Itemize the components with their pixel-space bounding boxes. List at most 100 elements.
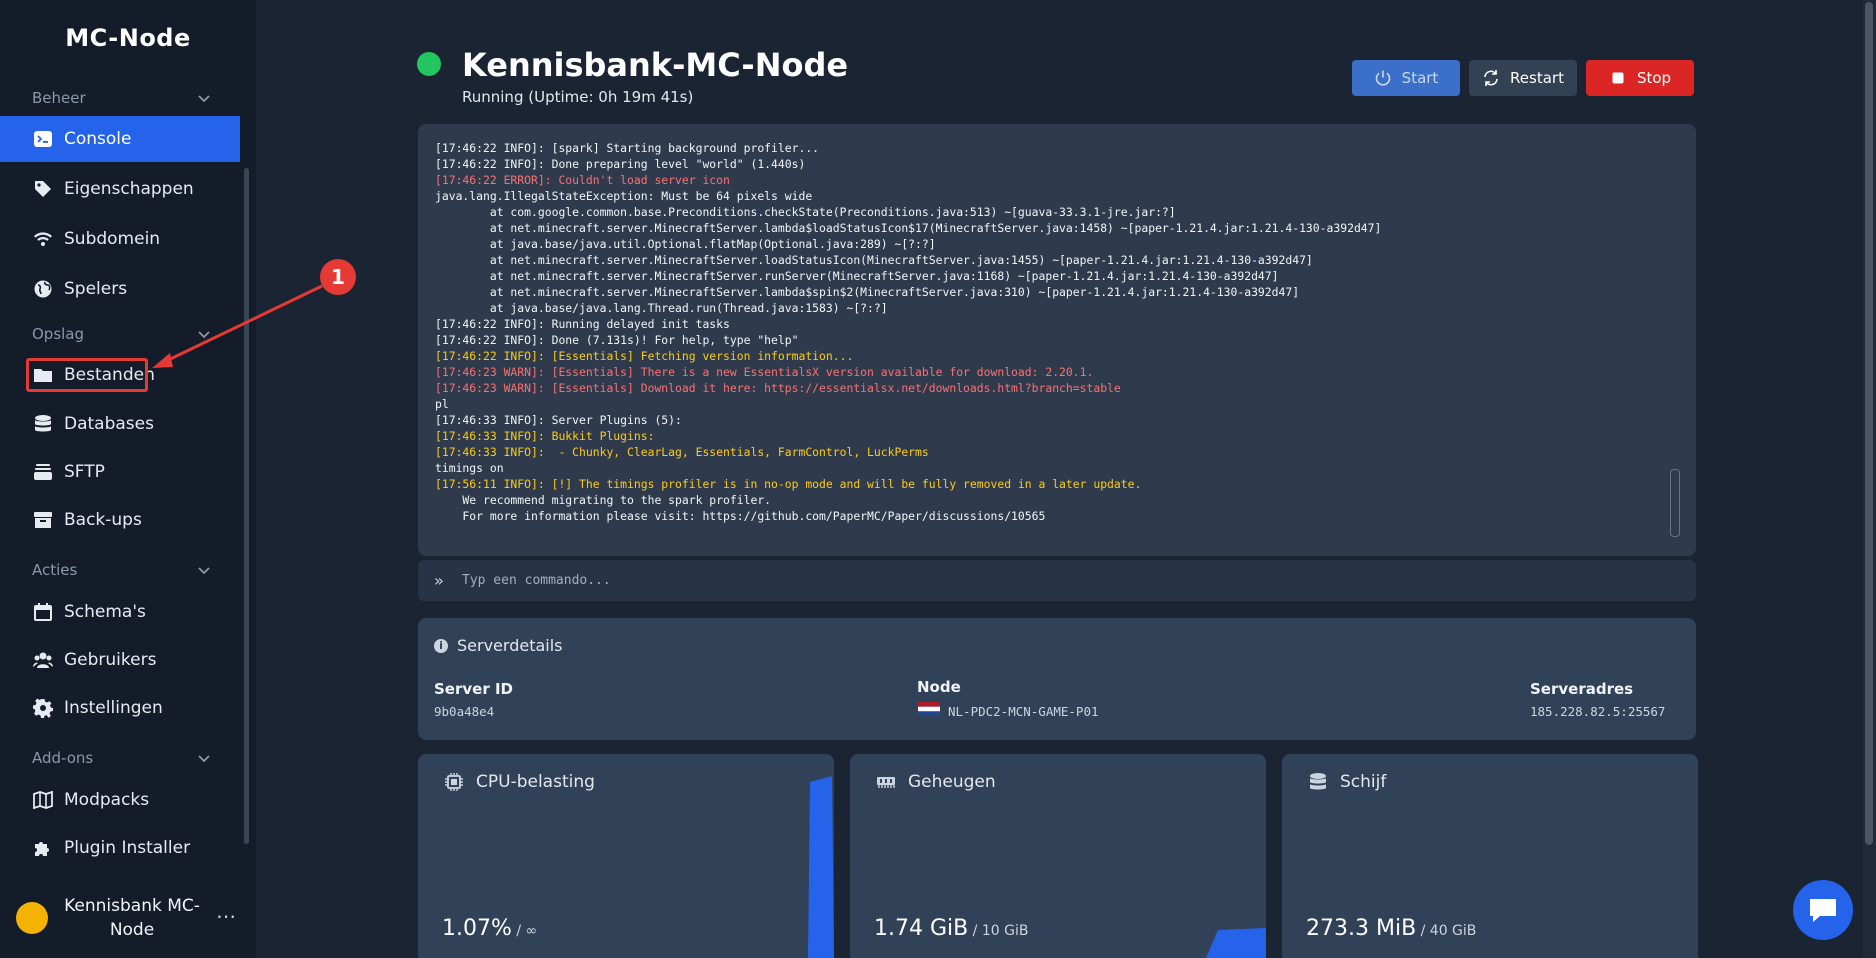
address-value[interactable]: 185.228.82.5:25567 [1530, 704, 1665, 719]
disk-value: 273.3 MiB [1306, 916, 1417, 941]
calendar-icon [32, 601, 54, 623]
annotation-badge: 1 [320, 259, 356, 295]
chat-button[interactable] [1793, 880, 1853, 940]
stop-button[interactable]: Stop [1586, 60, 1694, 96]
console-line: at net.minecraft.server.MinecraftServer.… [435, 269, 1279, 283]
console-line: [17:46:23 WARN]: [Essentials] There is a… [435, 365, 1094, 379]
user-name: Kennisbank MC-Node [64, 896, 200, 940]
console-line: at java.base/java.util.Optional.flatMap(… [435, 237, 936, 251]
disk-limit: / 40 GiB [1416, 923, 1477, 939]
chevron-double-right-icon: » [434, 571, 444, 590]
console-line: [17:46:33 INFO]: Server Plugins (5): [435, 413, 682, 427]
page-scrollbar-thumb[interactable] [1865, 2, 1873, 845]
address-label: Serveradres [1530, 680, 1634, 698]
memory-limit: / 10 GiB [968, 923, 1029, 939]
console-line: at java.base/java.lang.Thread.run(Thread… [435, 301, 888, 315]
console-line: [17:46:33 INFO]: - Chunky, ClearLag, Ess… [435, 445, 929, 459]
console-line: [17:46:22 INFO]: [spark] Starting backgr… [435, 141, 820, 155]
sidebar-item-modpacks[interactable]: Modpacks [0, 777, 240, 823]
more-options-icon[interactable]: ⋯ [216, 904, 236, 928]
server-id-value: 9b0a48e4 [434, 704, 495, 719]
sidebar-item-label: Back-ups [64, 510, 142, 530]
memory-heading: Geheugen [876, 772, 996, 792]
section-label: Add-ons [32, 749, 94, 767]
command-bar: » [418, 560, 1696, 601]
sidebar-item-label: Databases [64, 414, 154, 434]
sidebar-item-label: Plugin Installer [64, 838, 191, 858]
console-line: at net.minecraft.server.MinecraftServer.… [435, 221, 1382, 235]
server-status-text: Running (Uptime: 0h 19m 41s) [462, 88, 694, 106]
user-menu[interactable]: Kennisbank MC-Node ⋯ [0, 880, 256, 958]
cpu-value-row: 1.07% / ∞ [442, 916, 537, 941]
start-button[interactable]: Start [1352, 60, 1460, 96]
sidebar-item-label: Instellingen [64, 698, 163, 718]
sidebar-item-plugininstaller[interactable]: Plugin Installer [0, 825, 240, 871]
cpu-icon [445, 773, 463, 791]
cpu-value: 1.07% [442, 916, 512, 941]
console-line: [17:46:22 INFO]: Done preparing level "w… [435, 157, 806, 171]
console-line: For more information please visit: https… [435, 509, 1046, 523]
sidebar-item-backups[interactable]: Back-ups [0, 497, 240, 543]
console-log: [17:46:22 INFO]: [spark] Starting backgr… [418, 124, 1696, 524]
disk-heading: Schijf [1308, 772, 1386, 792]
chat-icon [1810, 899, 1836, 922]
sidebar-item-label: Schema's [64, 602, 146, 622]
netherlands-flag-icon [918, 702, 940, 716]
memory-value: 1.74 GiB [874, 916, 969, 941]
refresh-icon [1484, 70, 1498, 86]
console-line: [17:46:23 WARN]: [Essentials] Download i… [435, 381, 1121, 395]
status-indicator [417, 52, 441, 76]
sidebar-item-instellingen[interactable]: Instellingen [0, 685, 240, 731]
console-line: [17:46:33 INFO]: Bukkit Plugins: [435, 429, 655, 443]
archive-icon [32, 509, 54, 531]
memory-graph [1206, 928, 1266, 958]
console-line: pl [435, 397, 449, 411]
memory-label: Geheugen [908, 772, 996, 792]
sidebar-item-label: SFTP [64, 462, 105, 482]
section-addons[interactable]: Add-ons [32, 746, 212, 770]
sidebar-item-gebruikers[interactable]: Gebruikers [0, 637, 240, 683]
details-heading: i Serverdetails [434, 636, 563, 655]
console-line: java.lang.IllegalStateException: Must be… [435, 189, 813, 203]
node-value: NL-PDC2-MCN-GAME-P01 [948, 704, 1099, 719]
cpu-label: CPU-belasting [476, 772, 595, 792]
sidebar-item-schemas[interactable]: Schema's [0, 589, 240, 635]
console-line: at com.google.common.base.Preconditions.… [435, 205, 1176, 219]
page-title: Kennisbank-MC-Node [462, 46, 849, 84]
sidebar-item-databases[interactable]: Databases [0, 401, 240, 447]
console-scrollbar[interactable] [1670, 469, 1680, 537]
puzzle-icon [32, 837, 54, 859]
gear-icon [32, 697, 54, 719]
memory-value-row: 1.74 GiB / 10 GiB [874, 916, 1028, 941]
console-line: [17:46:22 INFO]: Running delayed init ta… [435, 317, 730, 331]
console-line: timings on [435, 461, 504, 475]
sidebar-item-label: Gebruikers [64, 650, 157, 670]
disk-label: Schijf [1340, 772, 1387, 792]
console-line: [17:46:22 INFO]: Done (7.131s)! For help… [435, 333, 799, 347]
memory-icon [877, 777, 895, 788]
database-icon [32, 413, 54, 435]
disk-value-row: 273.3 MiB / 40 GiB [1306, 916, 1476, 941]
sidebar-item-sftp[interactable]: SFTP [0, 449, 240, 495]
info-icon: i [434, 638, 448, 653]
power-icon [1375, 70, 1390, 86]
console-output[interactable]: [17:46:22 INFO]: [spark] Starting backgr… [418, 124, 1696, 556]
cpu-limit: / ∞ [511, 923, 538, 939]
chevron-down-icon [198, 755, 210, 763]
map-icon [32, 789, 54, 811]
section-label: Acties [32, 561, 78, 579]
command-input[interactable] [460, 572, 1564, 589]
cpu-graph [808, 776, 834, 958]
page-scrollbar[interactable] [1862, 0, 1876, 958]
users-icon [32, 649, 54, 671]
console-line: We recommend migrating to the spark prof… [435, 493, 772, 507]
node-label: Node [917, 678, 961, 696]
console-line: [17:46:22 ERROR]: Couldn't load server i… [435, 173, 730, 187]
chevron-down-icon [198, 567, 210, 575]
restart-button[interactable]: Restart [1469, 60, 1577, 96]
server-stack-icon [32, 461, 54, 483]
stop-icon [1612, 72, 1624, 84]
section-acties[interactable]: Acties [32, 558, 212, 582]
start-label: Start [1401, 69, 1439, 87]
server-id-label: Server ID [434, 680, 513, 698]
